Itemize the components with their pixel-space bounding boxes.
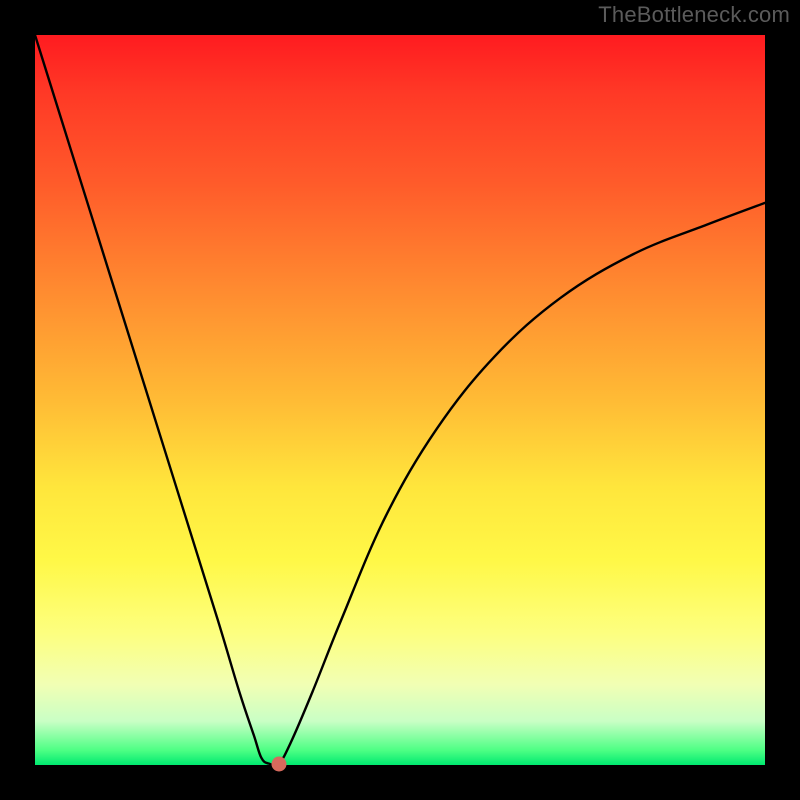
plot-area — [35, 35, 765, 765]
curve-svg — [35, 35, 765, 765]
marker-dot — [271, 756, 286, 771]
watermark-text: TheBottleneck.com — [598, 2, 790, 28]
chart-frame: TheBottleneck.com — [0, 0, 800, 800]
bottleneck-curve-path — [35, 35, 765, 765]
